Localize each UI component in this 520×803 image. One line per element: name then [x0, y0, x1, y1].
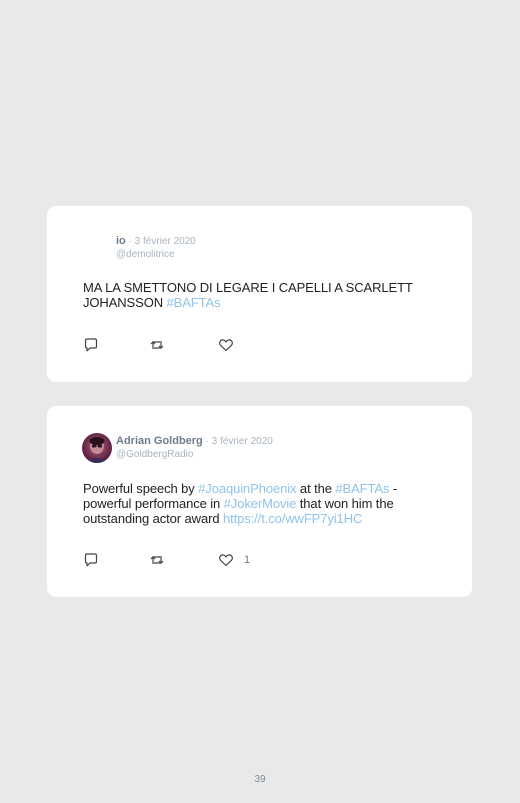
hashtag-link[interactable]: #BAFTAs: [167, 295, 221, 310]
tweet-text: Powerful speech by #JoaquinPhoenix at th…: [83, 481, 443, 526]
separator: ·: [125, 236, 135, 247]
tweet-header: io · 3 février 2020 @demolitrice: [116, 235, 196, 261]
tweet-date[interactable]: 3 février 2020: [212, 436, 273, 447]
tweet-text-segment: Powerful speech by: [83, 481, 199, 496]
heart-icon: [218, 552, 234, 568]
reply-button[interactable]: [83, 337, 99, 353]
page-number: 39: [254, 774, 266, 785]
like-button[interactable]: [218, 337, 244, 353]
heart-icon: [218, 337, 234, 353]
tweet-card: Adrian Goldberg · 3 février 2020 @Goldbe…: [47, 406, 472, 597]
hashtag-link[interactable]: #JoaquinPhoenix: [198, 481, 296, 496]
tweet-date[interactable]: 3 février 2020: [135, 236, 196, 247]
tweet-text: MA LA SMETTONO DI LEGARE I CAPELLI A SCA…: [83, 280, 443, 310]
author-name[interactable]: Adrian Goldberg: [116, 435, 203, 447]
author-name[interactable]: io: [116, 235, 126, 247]
retweet-button[interactable]: [149, 552, 165, 568]
url-link[interactable]: https://t.co/wwFP7yi1HC: [223, 511, 362, 526]
tweet-card: io · 3 février 2020 @demolitrice MA LA S…: [47, 206, 472, 382]
reply-icon: [83, 552, 99, 568]
reply-icon: [83, 337, 99, 353]
like-button[interactable]: 1: [218, 552, 250, 568]
hashtag-link[interactable]: #JokerMovie: [224, 496, 297, 511]
tweet-text-segment: MA LA SMETTONO DI LEGARE I CAPELLI A SCA…: [83, 280, 413, 310]
retweet-icon: [149, 337, 165, 353]
tweet-header: Adrian Goldberg · 3 février 2020 @Goldbe…: [116, 435, 273, 461]
tweet-text-segment: at the: [296, 481, 336, 496]
hashtag-link[interactable]: #BAFTAs: [335, 481, 389, 496]
reply-button[interactable]: [83, 552, 99, 568]
separator: ·: [202, 436, 212, 447]
author-handle[interactable]: @demolitrice: [116, 248, 196, 261]
avatar[interactable]: [82, 433, 112, 463]
retweet-icon: [149, 552, 165, 568]
like-count: 1: [244, 554, 251, 566]
retweet-button[interactable]: [149, 337, 165, 353]
author-handle[interactable]: @GoldbergRadio: [116, 448, 273, 461]
